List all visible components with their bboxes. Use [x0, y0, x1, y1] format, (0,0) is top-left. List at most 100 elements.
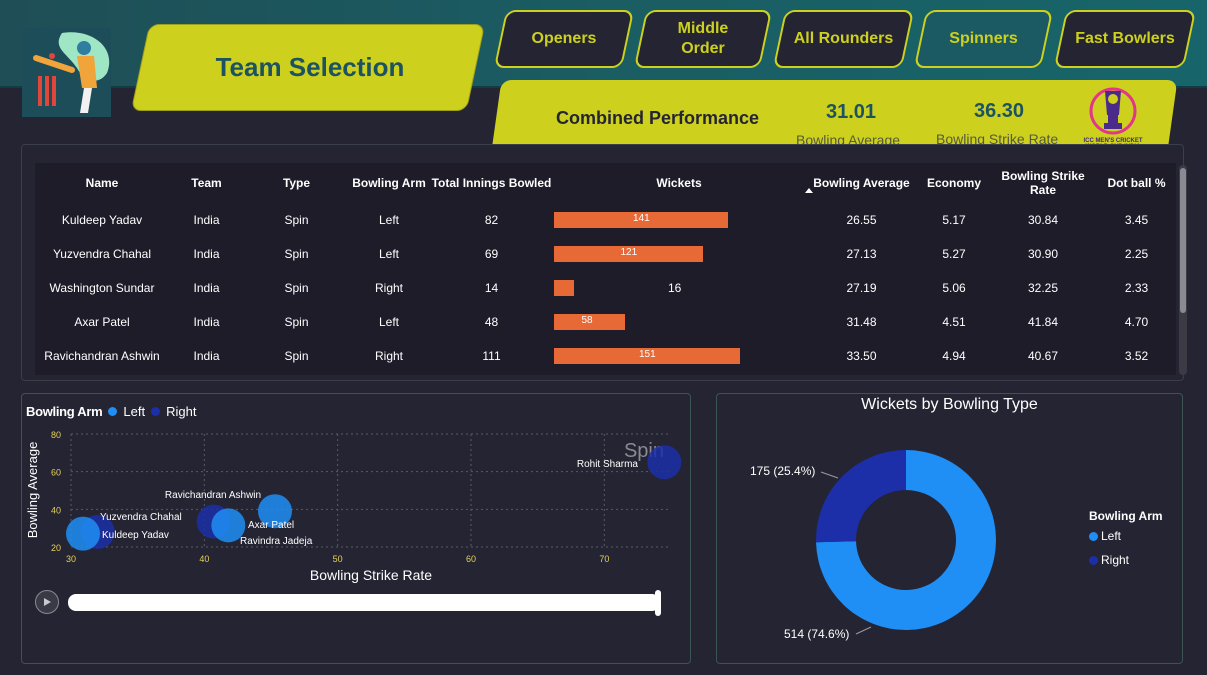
cell-sr: 32.25	[1027, 281, 1059, 295]
table-scrollbar-thumb[interactable]	[1180, 168, 1186, 313]
scatter-legend-title: Bowling Arm	[26, 404, 103, 419]
cell-avg: 33.50	[846, 349, 877, 363]
cell-arm: Left	[378, 247, 399, 261]
wickets-bar	[554, 280, 574, 296]
scatter-point	[66, 516, 100, 551]
scatter-chart[interactable]: 20 40 60 80 30 40 50 60 70 Bowling Strike Rate Bow…	[21, 420, 691, 590]
column-header-bowling-strike-rate[interactable]: Bowling Strike Rate	[989, 163, 1097, 203]
cell-innings: 111	[482, 349, 501, 363]
column-header-team[interactable]: Team	[169, 163, 244, 203]
table-row[interactable]: Axar Patel India Spin Left 48 58 31.48 4.51 41.8…	[35, 305, 1176, 339]
donut-legend-right[interactable]: Right	[1089, 553, 1129, 567]
y-tick-label: 40	[51, 505, 61, 515]
column-header-bowling-average[interactable]: Bowling Average	[804, 163, 919, 203]
column-header-type[interactable]: Type	[244, 163, 349, 203]
wickets-value: 16	[668, 281, 682, 295]
page-title: Team Selection	[215, 52, 405, 82]
cell-innings: 82	[484, 213, 499, 227]
cell-dot: 4.70	[1124, 315, 1149, 329]
legend-left-dot-icon	[108, 407, 118, 416]
cell-arm: Left	[378, 315, 399, 329]
donut-slice-label: 514 (74.6%)	[784, 627, 849, 641]
column-header-wickets[interactable]: Wickets	[554, 163, 804, 203]
bowling-average-value: 31.01	[826, 101, 877, 123]
cell-name: Axar Patel	[74, 315, 130, 329]
y-tick-label: 60	[51, 468, 61, 478]
table-row[interactable]: Washington Sundar India Spin Right 14 16 27.19…	[35, 271, 1176, 305]
cell-type: Spin	[284, 247, 309, 261]
table-row[interactable]: Ravichandran Ashwin India Spin Right 111 151 3…	[35, 339, 1176, 373]
cell-team: India	[193, 281, 220, 295]
nav-fast-bowlers-button[interactable]: Fast Bowlers	[1053, 10, 1197, 68]
donut-legend-left-label: Left	[1101, 529, 1122, 543]
donut-legend-left[interactable]: Left	[1089, 529, 1121, 543]
donut-legend-title: Bowling Arm	[1089, 509, 1163, 523]
table-header-row: Name Team Type Bowling Arm Total Innings Bow…	[35, 163, 1176, 203]
table-row[interactable]: Yuzvendra Chahal India Spin Left 69 121 27.13 5…	[35, 237, 1176, 271]
table-row[interactable]: Kuldeep Yadav India Spin Left 82 141 26.55 5.17…	[35, 203, 1176, 237]
cell-dot: 2.33	[1124, 281, 1149, 295]
wickets-bar: 141	[554, 212, 728, 228]
cell-economy: 5.27	[942, 247, 966, 261]
scatter-point-label: Rohit Sharma	[577, 459, 639, 470]
sort-ascending-icon[interactable]	[805, 188, 813, 193]
donut-slice-label: 175 (25.4%)	[750, 464, 815, 478]
column-header-total-innings-bowled[interactable]: Total Innings Bowled	[429, 163, 554, 203]
donut-legend-left-dot-icon	[1089, 531, 1098, 541]
x-tick-label: 60	[466, 554, 476, 564]
wickets-cell: 16	[554, 271, 804, 305]
wickets-cell: 151	[554, 339, 804, 373]
x-tick-label: 70	[599, 554, 609, 564]
nav-middle-order-button[interactable]: Middle Order	[633, 10, 773, 68]
donut-slice-right[interactable]	[816, 450, 906, 543]
wickets-bar: 121	[554, 246, 703, 262]
play-axis-slider[interactable]	[68, 594, 660, 611]
cell-dot: 3.45	[1124, 213, 1149, 227]
cell-name: Kuldeep Yadav	[61, 213, 143, 227]
cell-team: India	[193, 315, 220, 329]
donut-leader-line	[820, 471, 839, 479]
scatter-point-label: Ravindra Jadeja	[240, 536, 313, 547]
scatter-point-label: Ravichandran Ashwin	[165, 490, 261, 501]
nav-all-rounders-button[interactable]: All Rounders	[772, 10, 915, 68]
wickets-value: 58	[581, 315, 593, 326]
cell-avg: 27.19	[846, 281, 877, 295]
cell-economy: 4.51	[942, 315, 966, 329]
cell-sr: 30.84	[1027, 213, 1059, 227]
cell-dot: 3.52	[1124, 349, 1149, 363]
wickets-cell: 121	[554, 237, 804, 271]
play-icon[interactable]	[35, 590, 59, 614]
cell-innings: 14	[484, 281, 499, 295]
bowler-table[interactable]: Name Team Type Bowling Arm Total Innings Bow…	[35, 163, 1176, 375]
cell-economy: 5.06	[942, 281, 966, 295]
cell-type: Spin	[284, 349, 309, 363]
cell-sr: 41.84	[1027, 315, 1059, 329]
cell-team: India	[193, 247, 220, 261]
column-header-dot-ball-[interactable]: Dot ball %	[1097, 163, 1176, 203]
legend-right-label[interactable]: Right	[166, 404, 196, 419]
cell-innings: 69	[484, 247, 499, 261]
y-tick-label: 20	[51, 543, 61, 553]
column-header-bowling-arm[interactable]: Bowling Arm	[349, 163, 429, 203]
column-header-name[interactable]: Name	[35, 163, 169, 203]
column-header-economy[interactable]: Economy	[919, 163, 989, 203]
donut-leader-line	[855, 626, 872, 635]
scatter-point-label: Kuldeep Yadav	[102, 530, 169, 541]
x-tick-label: 50	[333, 554, 343, 564]
cell-avg: 27.13	[846, 247, 877, 261]
cell-name: Yuzvendra Chahal	[52, 247, 152, 261]
cell-dot: 2.25	[1124, 247, 1149, 261]
wickets-bar: 151	[554, 348, 740, 364]
donut-title: Wickets by Bowling Type	[861, 396, 1038, 413]
combined-performance-title: Combined Performance	[556, 108, 760, 128]
cell-type: Spin	[284, 315, 309, 329]
nav-spinners-button[interactable]: Spinners	[913, 10, 1054, 68]
scatter-point-label: Axar Patel	[248, 520, 294, 531]
nav-openers-button[interactable]: Openers	[493, 10, 635, 68]
cell-economy: 5.17	[942, 213, 966, 227]
legend-left-label[interactable]: Left	[123, 404, 145, 419]
cell-name: Ravichandran Ashwin	[44, 349, 160, 363]
x-axis-label: Bowling Strike Rate	[310, 567, 432, 583]
play-axis-slider-handle[interactable]	[655, 590, 661, 616]
wickets-value: 141	[633, 213, 650, 224]
